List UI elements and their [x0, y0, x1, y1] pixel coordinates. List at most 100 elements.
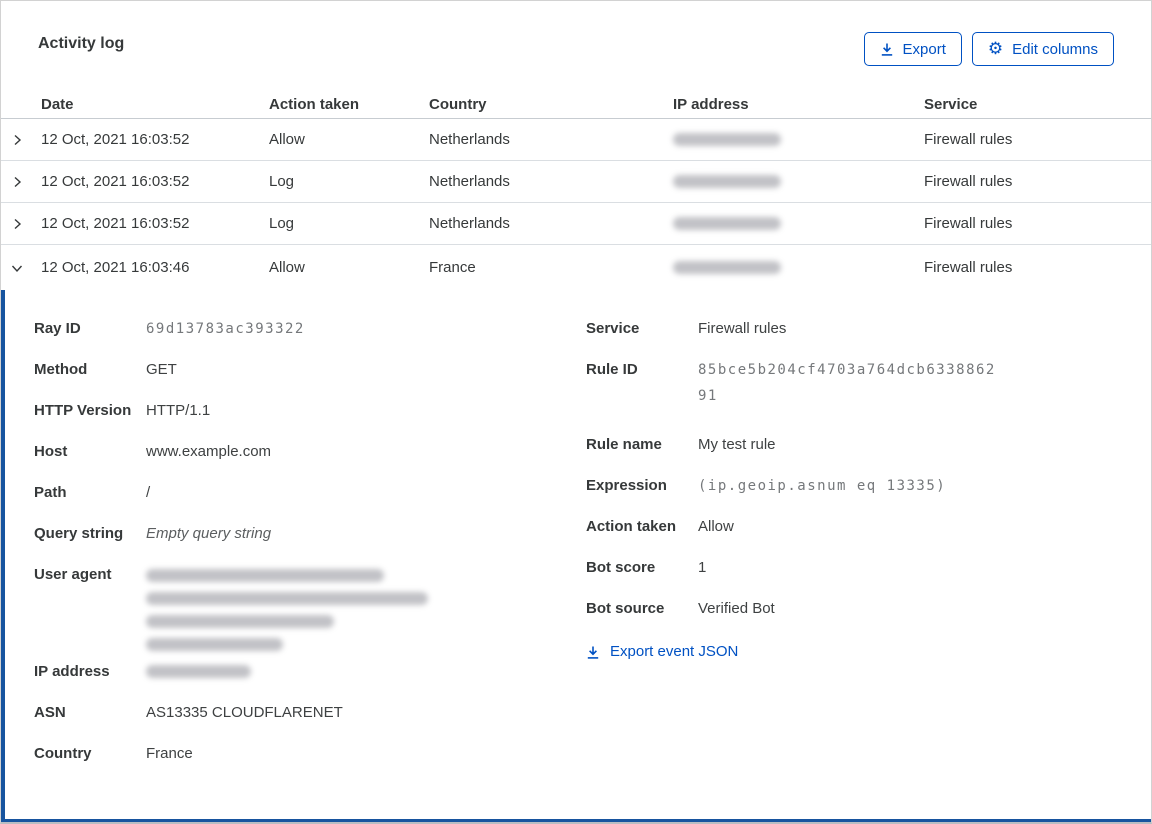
detail-label: Rule name [586, 436, 662, 453]
detail-row-export-json: Export event JSON [586, 642, 1151, 662]
detail-label: IP address [34, 663, 110, 680]
detail-value: 85bce5b204cf4703a764dcb633886291 [698, 362, 996, 404]
table-header-row: Date Action taken Country IP address Ser… [1, 91, 1151, 119]
detail-label: Action taken [586, 518, 677, 535]
cell-ip-address [673, 261, 924, 274]
redacted-text-line [146, 592, 428, 605]
detail-row-country: Country France [34, 744, 586, 764]
detail-value: HTTP/1.1 [146, 402, 211, 419]
expand-toggle[interactable] [1, 174, 41, 190]
detail-value: France [146, 745, 193, 762]
detail-label: Method [34, 361, 88, 378]
chevron-right-icon [9, 132, 25, 148]
redacted-ip [673, 175, 781, 188]
column-header-ip-address: IP address [673, 96, 749, 113]
detail-right-column: Service Firewall rules Rule ID 85bce5b20… [586, 319, 1151, 683]
cell-date: 12 Oct, 2021 16:03:46 [41, 259, 190, 276]
detail-value: www.example.com [146, 443, 272, 460]
column-header-date: Date [41, 96, 74, 113]
detail-row-rule-id: Rule ID 85bce5b204cf4703a764dcb633886291 [586, 360, 1151, 409]
detail-row-bot-score: Bot score 1 [586, 558, 1151, 578]
detail-value: 1 [698, 559, 707, 576]
detail-label: Path [34, 484, 67, 501]
detail-label: Service [586, 320, 640, 337]
detail-row-method: Method GET [34, 360, 586, 380]
detail-label: Host [34, 443, 68, 460]
detail-value: My test rule [698, 436, 776, 453]
cell-service: Firewall rules [924, 131, 1013, 148]
detail-value: / [146, 484, 151, 501]
detail-left-column: Ray ID 69d13783ac393322 Method GET HTTP … [34, 319, 586, 785]
cell-ip-address [673, 175, 924, 188]
cell-country: France [429, 259, 476, 276]
redacted-ip [673, 261, 781, 274]
cell-action-taken: Allow [269, 259, 305, 276]
detail-label: Country [34, 745, 92, 762]
export-event-json-label: Export event JSON [610, 643, 739, 660]
redacted-ip [673, 217, 781, 230]
detail-label: ASN [34, 704, 66, 721]
export-event-json-link[interactable]: Export event JSON [586, 642, 738, 662]
column-header-action-taken: Action taken [269, 96, 360, 113]
detail-row-expression: Expression (ip.geoip.asnum eq 13335) [586, 476, 1151, 496]
redacted-ip [673, 133, 781, 146]
detail-label: Query string [34, 525, 124, 542]
detail-label: Ray ID [34, 320, 81, 337]
detail-row-path: Path / [34, 483, 586, 503]
detail-row-user-agent: User agent [34, 565, 586, 662]
detail-value: Verified Bot [698, 600, 775, 617]
table-row[interactable]: 12 Oct, 2021 16:03:52 Log Netherlands Fi… [1, 161, 1151, 203]
redacted-text-line [146, 615, 334, 628]
expand-toggle[interactable] [1, 260, 41, 276]
cell-date: 12 Oct, 2021 16:03:52 [41, 131, 190, 148]
cell-service: Firewall rules [924, 259, 1013, 276]
edit-columns-button[interactable]: ⚙ Edit columns [971, 32, 1114, 66]
table-row[interactable]: 12 Oct, 2021 16:03:52 Allow Netherlands … [1, 119, 1151, 161]
cell-service: Firewall rules [924, 215, 1013, 232]
cell-service: Firewall rules [924, 173, 1013, 190]
detail-value: Firewall rules [698, 320, 787, 337]
event-detail-panel: Ray ID 69d13783ac393322 Method GET HTTP … [1, 290, 1151, 822]
detail-value: Allow [698, 518, 734, 535]
gear-icon: ⚙ [987, 38, 1004, 59]
toolbar: Export ⚙ Edit columns [863, 32, 1114, 66]
cell-country: Netherlands [429, 131, 510, 148]
table-row[interactable]: 12 Oct, 2021 16:03:52 Log Netherlands Fi… [1, 203, 1151, 245]
column-header-service: Service [924, 96, 978, 113]
export-button[interactable]: Export [863, 32, 962, 66]
detail-label: HTTP Version [34, 402, 132, 419]
cell-country: Netherlands [429, 173, 510, 190]
cell-ip-address [673, 133, 924, 146]
cell-country: Netherlands [429, 215, 510, 232]
detail-row-ip-address: IP address [34, 662, 586, 682]
chevron-right-icon [9, 216, 25, 232]
expand-toggle[interactable] [1, 132, 41, 148]
redacted-text-line [146, 569, 384, 582]
cell-date: 12 Oct, 2021 16:03:52 [41, 173, 190, 190]
download-icon [586, 645, 600, 660]
redacted-user-agent [146, 569, 428, 651]
detail-row-service: Service Firewall rules [586, 319, 1151, 339]
edit-columns-button-label: Edit columns [1012, 40, 1098, 58]
header: Activity log Export ⚙ Edit columns [1, 1, 1151, 91]
detail-label: User agent [34, 566, 112, 583]
detail-label: Bot source [586, 600, 665, 617]
detail-row-http-version: HTTP Version HTTP/1.1 [34, 401, 586, 421]
detail-value: AS13335 CLOUDFLARENET [146, 704, 343, 721]
cell-date: 12 Oct, 2021 16:03:52 [41, 215, 190, 232]
detail-row-query-string: Query string Empty query string [34, 524, 586, 544]
detail-value: (ip.geoip.asnum eq 13335) [698, 478, 947, 494]
expand-toggle[interactable] [1, 216, 41, 232]
detail-row-action-taken: Action taken Allow [586, 517, 1151, 537]
chevron-right-icon [9, 174, 25, 190]
activity-log-panel: Activity log Export ⚙ Edit columns Date … [0, 0, 1152, 824]
redacted-text-line [146, 638, 283, 651]
download-icon [880, 42, 894, 57]
detail-row-asn: ASN AS13335 CLOUDFLARENET [34, 703, 586, 723]
cell-ip-address [673, 217, 924, 230]
table-row-expanded[interactable]: 12 Oct, 2021 16:03:46 Allow France Firew… [1, 245, 1151, 290]
redacted-ip [146, 665, 251, 678]
chevron-down-icon [9, 260, 25, 276]
column-header-country: Country [429, 96, 487, 113]
detail-label: Rule ID [586, 361, 638, 378]
